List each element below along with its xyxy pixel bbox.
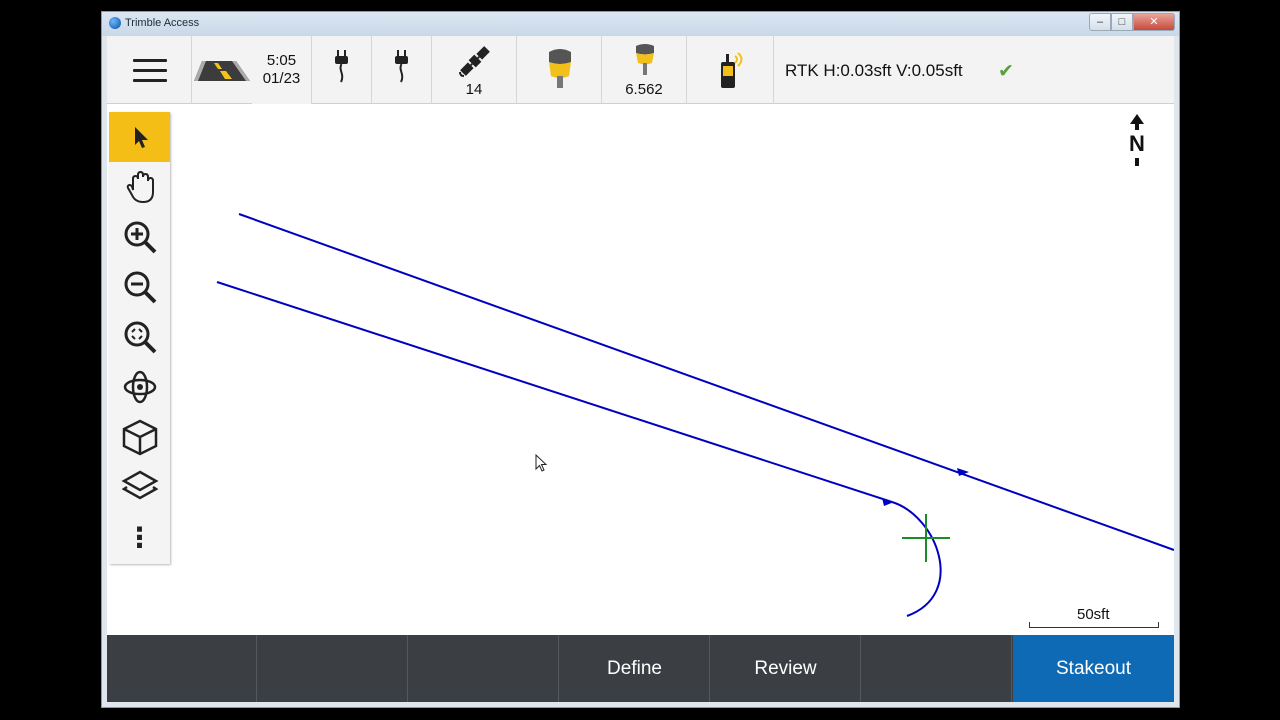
map-toolbar: ⋮	[109, 112, 170, 564]
power-status-2[interactable]	[372, 36, 432, 104]
time-text: 5:05	[266, 52, 297, 69]
direction-arrow-icon	[882, 498, 894, 506]
softkey-3[interactable]	[409, 635, 559, 702]
menu-button[interactable]	[107, 36, 192, 104]
title-bar[interactable]: Trimble Access – □ ✕	[102, 12, 1179, 36]
review-button[interactable]: Review	[711, 635, 861, 702]
softkey-1[interactable]	[107, 635, 257, 702]
check-icon: ✔	[998, 61, 1014, 82]
zoom-extents-tool[interactable]	[109, 312, 170, 362]
date-text: 01/23	[262, 70, 301, 87]
select-tool[interactable]	[109, 112, 170, 162]
hand-icon	[126, 170, 154, 204]
zoom-extents-icon	[124, 321, 156, 354]
satellite-icon	[459, 46, 490, 77]
maximize-button[interactable]: □	[1111, 13, 1133, 31]
status-bar: 5:05 01/23 14 6.562 RTK H:0.03sft V:0.05…	[107, 36, 1174, 104]
map-view[interactable]: ⋮ N 50sft	[107, 104, 1174, 635]
antenna-height-value: 6.562	[625, 81, 663, 98]
radio-status[interactable]	[687, 36, 774, 104]
pointer-icon	[134, 127, 148, 148]
scale-label: 50sft	[1077, 606, 1110, 623]
power-status-1[interactable]	[312, 36, 372, 104]
minimize-button[interactable]: –	[1089, 13, 1111, 31]
antenna-height-status[interactable]: 6.562	[602, 36, 687, 104]
stakeout-button[interactable]: Stakeout	[1013, 635, 1174, 702]
define-button[interactable]: Define	[560, 635, 710, 702]
cube-icon	[122, 419, 157, 456]
satellite-count: 14	[465, 81, 483, 98]
satellites-status[interactable]: 14	[432, 36, 517, 104]
window-title: Trimble Access	[125, 17, 200, 29]
zoom-in-tool[interactable]	[109, 212, 170, 262]
map-canvas[interactable]	[107, 104, 1174, 635]
softkey-6[interactable]	[862, 635, 1012, 702]
predefined-view-tool[interactable]	[109, 412, 170, 462]
gnss-receiver-icon	[549, 49, 571, 88]
more-tools-button[interactable]: ⋮	[109, 512, 170, 562]
clock[interactable]: 5:05 01/23	[252, 36, 312, 104]
antenna-height-icon	[636, 44, 654, 75]
mouse-cursor-icon	[535, 454, 548, 472]
close-button[interactable]: ✕	[1133, 13, 1175, 31]
power-plug-icon	[395, 50, 408, 83]
power-plug-icon	[335, 50, 348, 83]
alignment-curve[interactable]	[891, 501, 942, 617]
rtk-precision[interactable]: RTK H:0.03sft V:0.05sft	[785, 61, 963, 81]
layers-icon	[120, 470, 159, 500]
orbit-tool[interactable]	[109, 362, 170, 412]
pan-tool[interactable]	[109, 162, 170, 212]
alignment-line-lower[interactable]	[216, 281, 893, 503]
zoom-out-icon	[124, 271, 156, 304]
app-window: Trimble Access – □ ✕ 5:05 01/23 14 6.562…	[101, 11, 1180, 708]
scale-bar	[1029, 622, 1159, 628]
softkey-2[interactable]	[258, 635, 408, 702]
hamburger-icon	[133, 59, 167, 83]
layers-tool[interactable]	[109, 462, 170, 512]
app-icon	[109, 17, 121, 29]
receiver-status[interactable]	[517, 36, 602, 104]
zoom-in-icon	[124, 221, 156, 254]
north-label: N	[1129, 131, 1145, 156]
zoom-out-tool[interactable]	[109, 262, 170, 312]
alignment-line-upper[interactable]	[238, 213, 1174, 551]
softkey-bar: Define Review Stakeout	[107, 635, 1174, 702]
orbit-icon	[123, 370, 156, 404]
road-icon	[194, 61, 250, 81]
radio-icon	[721, 52, 743, 88]
